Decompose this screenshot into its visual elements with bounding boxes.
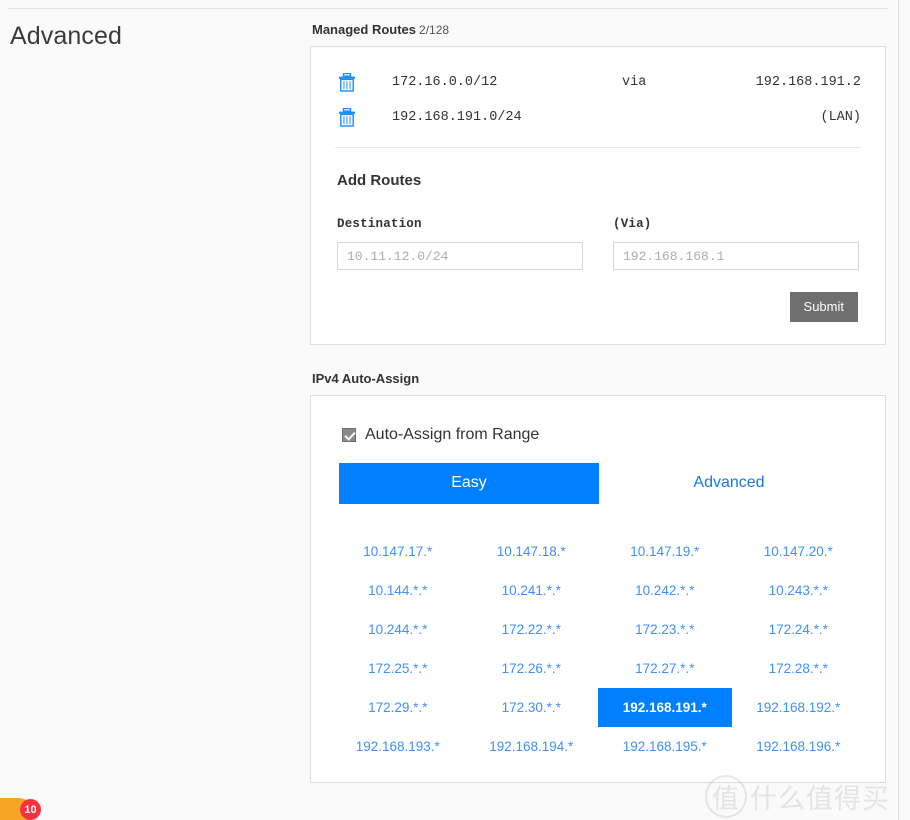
tab-advanced[interactable]: Advanced [599,463,859,504]
auto-assign-checkbox-row[interactable]: Auto-Assign from Range [342,426,865,444]
ip-range-cell[interactable]: 10.243.*.* [732,571,866,610]
destination-field-group: Destination [337,217,583,270]
ip-range-cell[interactable]: 172.24.*.* [732,610,866,649]
page-title: Advanced [10,22,122,50]
ip-range-cell[interactable]: 172.26.*.* [465,649,599,688]
destination-label: Destination [337,217,422,231]
via-label: (Via) [613,217,652,231]
tab-easy[interactable]: Easy [339,463,599,504]
ip-range-cell[interactable]: 172.23.*.* [598,610,732,649]
ip-range-cell[interactable]: 10.244.*.* [331,610,465,649]
via-input[interactable] [613,242,859,270]
top-divider [8,8,888,9]
submit-button[interactable]: Submit [789,292,858,322]
ipv4-auto-assign-section: IPv4 Auto-Assign Auto-Assign from Range … [310,371,886,783]
table-row: 192.168.191.0/24 (LAN) [311,100,885,135]
add-routes-section: Add Routes Destination (Via) Submit [311,148,885,344]
watermark: 值什么值得买 [705,775,890,818]
ip-range-cell[interactable]: 10.241.*.* [465,571,599,610]
add-routes-heading: Add Routes [337,172,422,189]
ip-range-cell[interactable]: 10.147.19.* [598,532,732,571]
ip-range-cell[interactable]: 172.28.*.* [732,649,866,688]
managed-routes-heading: Managed Routes 2/128 [312,22,886,37]
ip-range-cell[interactable]: 172.22.*.* [465,610,599,649]
ip-range-cell-selected[interactable]: 192.168.191.* [598,688,732,727]
ipv4-card: Auto-Assign from Range Easy Advanced 10.… [310,395,886,783]
ip-range-cell[interactable]: 192.168.195.* [598,727,732,766]
route-via-label: via [622,75,647,90]
ip-range-cell[interactable]: 192.168.192.* [732,688,866,727]
watermark-text: 什么值得买 [750,784,890,815]
ip-range-cell[interactable]: 10.242.*.* [598,571,732,610]
table-row: 172.16.0.0/12 via 192.168.191.2 [311,65,885,100]
managed-routes-title: Managed Routes [312,22,417,37]
ip-range-cell[interactable]: 10.144.*.* [331,571,465,610]
trash-icon[interactable] [338,108,392,127]
managed-routes-card: 172.16.0.0/12 via 192.168.191.2 192.168.… [310,46,886,345]
destination-input[interactable] [337,242,583,270]
ip-range-cell[interactable]: 172.29.*.* [331,688,465,727]
app-root: Advanced Managed Routes 2/128 172.16.0.0… [0,0,910,820]
ipv4-heading: IPv4 Auto-Assign [312,371,420,386]
submit-row: Submit [337,292,859,322]
route-gateway: 192.168.191.2 [755,75,861,90]
ip-range-cell[interactable]: 192.168.194.* [465,727,599,766]
ip-range-cell[interactable]: 10.147.18.* [465,532,599,571]
add-routes-fields: Destination (Via) [337,217,859,270]
route-list: 172.16.0.0/12 via 192.168.191.2 192.168.… [311,47,885,147]
ip-range-cell[interactable]: 192.168.196.* [732,727,866,766]
route-destination: 172.16.0.0/12 [392,75,498,90]
ip-range-cell[interactable]: 192.168.193.* [331,727,465,766]
route-gateway: (LAN) [820,110,861,125]
notification-badge: 10 [20,799,41,820]
auto-assign-checkbox[interactable] [342,428,356,442]
watermark-ring: 值 [705,775,747,818]
trash-icon[interactable] [338,73,392,92]
via-field-group: (Via) [613,217,859,270]
auto-assign-checkbox-label: Auto-Assign from Range [365,426,540,443]
route-destination: 192.168.191.0/24 [392,110,522,125]
ip-range-cell[interactable]: 172.25.*.* [331,649,465,688]
managed-routes-count: 2/128 [419,23,450,37]
ip-range-cell[interactable]: 172.27.*.* [598,649,732,688]
window-right-edge [898,0,899,820]
main-column: Managed Routes 2/128 172.16.0.0/12 via 1… [310,22,886,783]
ip-range-grid: 10.147.17.* 10.147.18.* 10.147.19.* 10.147.… [331,532,865,766]
ip-range-cell[interactable]: 10.147.17.* [331,532,465,571]
mode-tabs: Easy Advanced [339,463,859,504]
ip-range-cell[interactable]: 172.30.*.* [465,688,599,727]
ip-range-cell[interactable]: 10.147.20.* [732,532,866,571]
